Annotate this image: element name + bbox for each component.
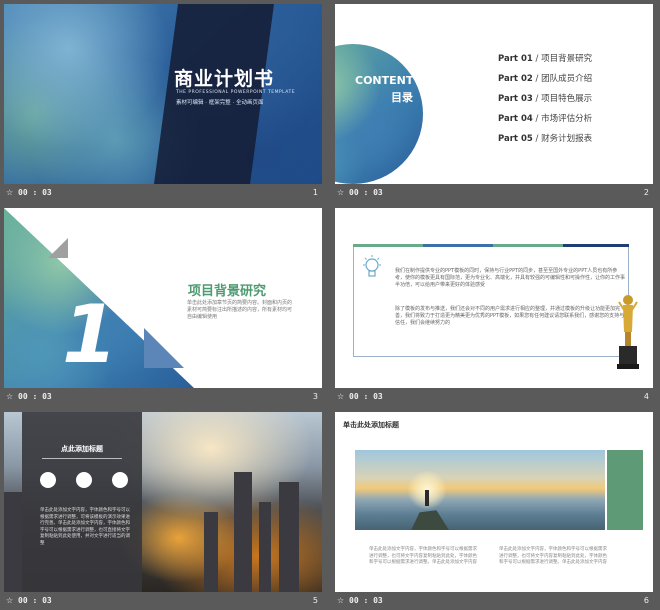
slide-number: 1 [312, 188, 318, 197]
panel-title: 点此添加标题 [61, 445, 103, 453]
slide-subtitle-cn: 素材可编辑 · 框架完整 · 全动画页面 [176, 100, 264, 106]
slide-thumbnail-5[interactable]: 点此添加标题 单击此处添加文字内容，字体颜色和字号可以根据需求进行调整，可将该模… [4, 412, 322, 610]
slide-footer: ☆ 00 : 03 6 [335, 592, 653, 610]
slide-duration: 00 : 03 [349, 596, 383, 605]
slide-duration: 00 : 03 [349, 188, 383, 197]
star-icon[interactable]: ☆ [337, 596, 344, 605]
section-number: 1 [62, 288, 118, 381]
slide-number: 3 [312, 392, 318, 401]
watercolor-circle [335, 44, 423, 184]
toc-item: Part 03 / 项目特色展示 [498, 94, 593, 104]
toc-item: Part 04 / 市场评估分析 [498, 114, 593, 124]
slide-canvas: 1 项目背景研究 单击此处添加章节页的简要内容。封面和内页的素材可简要标注出所描… [4, 208, 322, 388]
slide-duration: 00 : 03 [18, 596, 52, 605]
star-icon[interactable]: ☆ [6, 596, 13, 605]
clock-icon [40, 472, 56, 488]
slide-thumbnail-6[interactable]: 单击此处添加标题 单击此处添加文字内容，字体颜色和字号可以根据需求进行调整，也可… [335, 412, 653, 610]
content-heading-en: CONTENT [355, 74, 414, 87]
slide-duration: 00 : 03 [18, 188, 52, 197]
slide-canvas: CONTENT 目录 Part 01 / 项目背景研究 Part 02 / 团队… [335, 4, 653, 184]
slide-number: 4 [643, 392, 649, 401]
slide-canvas: 商业计划书 THE PROFESSIONAL POWERPOINT TEMPLA… [4, 4, 322, 184]
divider [42, 458, 122, 459]
slide-number: 2 [643, 188, 649, 197]
content-frame [353, 247, 629, 357]
slide-footer: ☆ 00 : 03 1 [4, 184, 322, 202]
toc-list: Part 01 / 项目背景研究 Part 02 / 团队成员介绍 Part 0… [498, 52, 592, 152]
slide-title: 单击此处添加标题 [343, 421, 399, 429]
slide-thumbnail-1[interactable]: 商业计划书 THE PROFESSIONAL POWERPOINT TEMPLA… [4, 4, 322, 202]
caption-left: 单击此处添加文字内容，字体颜色和字号可以根据需求进行调整，也可将文字内容复制粘贴… [369, 547, 477, 565]
cloud-icon [112, 472, 128, 488]
slide-canvas: 单击此处添加标题 单击此处添加文字内容，字体颜色和字号可以根据需求进行调整，也可… [335, 412, 653, 592]
slide-footer: ☆ 00 : 03 5 [4, 592, 322, 610]
dark-text-panel [22, 412, 142, 592]
panel-text: 单击此处添加文字内容，字体颜色和字号可以根据需求进行调整，可将该模板的演示效果进… [40, 508, 130, 546]
section-description: 单击此处添加章节页的简要内容。封面和内页的素材可简要标注出所描述的内容，所有素材… [187, 300, 293, 320]
slide-title: 商业计划书 [174, 68, 275, 90]
toc-item: Part 05 / 财务计划报表 [498, 134, 593, 144]
content-heading-cn: 目录 [391, 91, 413, 104]
caption-right: 单击此处添加文字内容，字体颜色和字号可以根据需求进行调整，也可将文字内容复制粘贴… [499, 547, 607, 565]
slide-thumbnail-3[interactable]: 1 项目背景研究 单击此处添加章节页的简要内容。封面和内页的素材可简要标注出所描… [4, 208, 322, 406]
slide-footer: ☆ 00 : 03 4 [335, 388, 653, 406]
toc-item: Part 01 / 项目背景研究 [498, 54, 593, 64]
slide-footer: ☆ 00 : 03 3 [4, 388, 322, 406]
mountain-sunrise-photo [355, 450, 605, 530]
green-block [607, 450, 643, 530]
slide-thumbnail-4[interactable]: 我们在制作提供专业的PPT模板的同时，保持与行业PPT的同步，甚至至国外专业的P… [335, 208, 653, 406]
slide-number: 6 [643, 596, 649, 605]
star-icon[interactable]: ☆ [337, 188, 344, 197]
slide-footer: ☆ 00 : 03 2 [335, 184, 653, 202]
slide-thumbnail-2[interactable]: CONTENT 目录 Part 01 / 项目背景研究 Part 02 / 团队… [335, 4, 653, 202]
slide-number: 5 [312, 596, 318, 605]
body-paragraph-1: 我们在制作提供专业的PPT模板的同时，保持与行业PPT的同步，甚至至国外专业的P… [395, 268, 626, 288]
lightbulb-icon [363, 255, 381, 277]
section-title: 项目背景研究 [188, 284, 267, 299]
slide-duration: 00 : 03 [18, 392, 52, 401]
blue-triangle-decoration [144, 328, 184, 368]
chart-icon [76, 472, 92, 488]
star-icon[interactable]: ☆ [337, 392, 344, 401]
slide-subtitle-en: THE PROFESSIONAL POWERPOINT TEMPLATE [176, 90, 296, 95]
body-paragraph-2: 除了模板的发布与推送，我们还会对不同的用户需求进行相应的整理，并通过模板的升级让… [395, 306, 625, 326]
star-icon[interactable]: ☆ [6, 188, 13, 197]
slide-canvas: 我们在制作提供专业的PPT模板的同时，保持与行业PPT的同步，甚至至国外专业的P… [335, 208, 653, 388]
toc-item: Part 02 / 团队成员介绍 [498, 74, 593, 84]
gray-triangle-decoration [48, 238, 68, 258]
star-icon[interactable]: ☆ [6, 392, 13, 401]
slide-canvas: 点此添加标题 单击此处添加文字内容，字体颜色和字号可以根据需求进行调整，可将该模… [4, 412, 322, 592]
trophy-icon [617, 295, 639, 369]
slide-duration: 00 : 03 [349, 392, 383, 401]
